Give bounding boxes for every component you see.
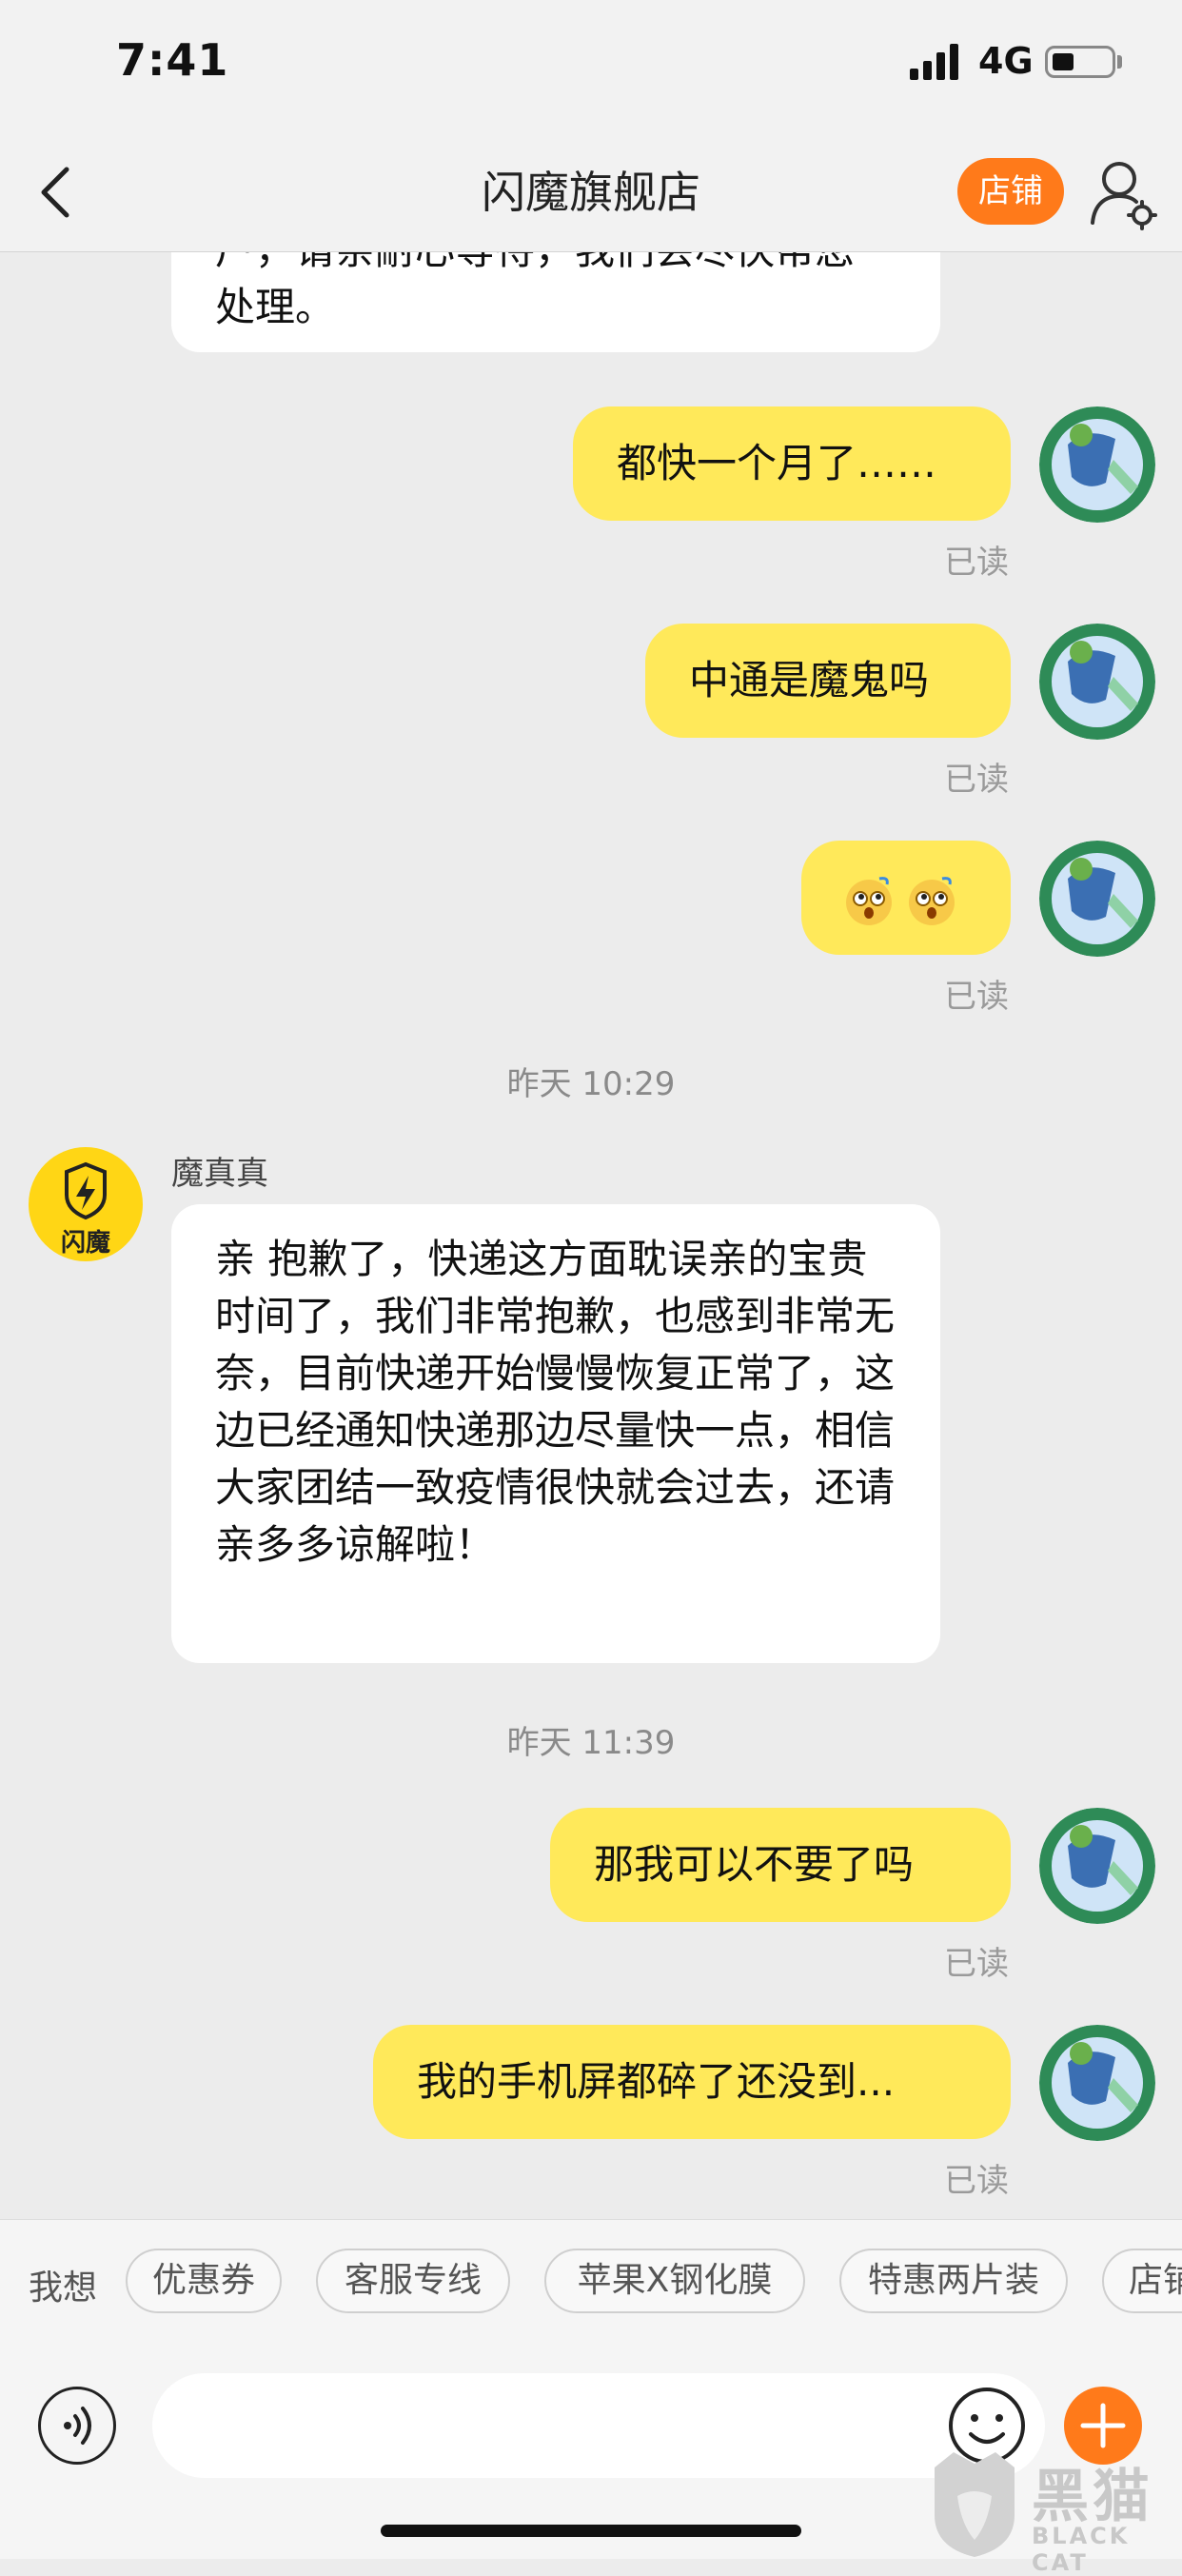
user-avatar-icon [1039, 841, 1155, 957]
quick-reply-chip[interactable]: 特惠两片装 [839, 2249, 1068, 2313]
user-avatar-icon [1039, 624, 1155, 740]
voice-input-button[interactable] [38, 2387, 116, 2465]
chat-area[interactable]: 户，请亲耐心等待，我们会尽快帮您 处理。 都快一个月了…… 已读 中通是魔鬼吗 … [0, 252, 1182, 2218]
message-bubble-me [801, 841, 1011, 955]
quick-reply-bar[interactable]: 我想 优惠券 客服专线 苹果X钢化膜 特惠两片装 店铺 [0, 2219, 1182, 2346]
back-button[interactable] [29, 154, 86, 230]
nav-bar: 闪魔旗舰店 店铺 [0, 133, 1182, 252]
battery-tip [1117, 55, 1122, 69]
shop-button[interactable]: 店铺 [957, 158, 1064, 225]
message-text: 亲 抱歉了，快递这方面耽误亲的宝贵时间了，我们非常抱歉，也感到非常无奈，目前快递… [215, 1236, 896, 1568]
battery-icon [1045, 46, 1115, 78]
dizzy-face-emoji [909, 876, 955, 925]
watermark: 黑猫 BLACK CAT [925, 2448, 1182, 2576]
quick-reply-chip[interactable]: 客服专线 [316, 2249, 510, 2313]
black-cat-logo-icon [935, 2452, 1015, 2557]
message-text-line: 处理。 [215, 284, 336, 330]
read-status: 已读 [944, 978, 1009, 1016]
message-bubble-me: 我的手机屏都碎了还没到... [373, 2025, 1011, 2139]
network-type: 4G [978, 40, 1034, 82]
signal-icon [910, 42, 963, 80]
avatar[interactable] [1039, 2025, 1155, 2141]
status-time: 7:41 [116, 34, 229, 86]
user-settings-icon [1091, 162, 1157, 230]
status-bar: 7:41 4G [0, 0, 1182, 133]
quick-reply-label: 我想 [29, 2269, 98, 2308]
timestamp: 昨天 10:29 [506, 1065, 676, 1103]
user-avatar-icon [1039, 2025, 1155, 2141]
watermark-text: 黑猫 [1032, 2464, 1153, 2530]
read-status: 已读 [944, 2162, 1009, 2200]
chevron-left-icon [41, 167, 69, 218]
profile-settings-button[interactable] [1085, 154, 1161, 230]
avatar[interactable] [1039, 624, 1155, 740]
shop-logo-text: 闪魔 [60, 1229, 110, 1258]
avatar[interactable]: 闪魔 [29, 1147, 143, 1261]
avatar[interactable] [1039, 406, 1155, 523]
message-text: 都快一个月了…… [617, 440, 937, 486]
quick-reply-chip[interactable]: 优惠券 [126, 2249, 282, 2313]
user-avatar-icon [1039, 1808, 1155, 1924]
quick-reply-chip[interactable]: 苹果X钢化膜 [544, 2249, 805, 2313]
sender-name: 魔真真 [171, 1155, 268, 1193]
message-text-line: 户，请亲耐心等待，我们会尽快帮您 [215, 252, 896, 279]
message-bubble-me: 中通是魔鬼吗 [645, 624, 1011, 738]
message-bubble-shop: 户，请亲耐心等待，我们会尽快帮您 处理。 [171, 252, 940, 352]
read-status: 已读 [944, 544, 1009, 582]
voice-icon [64, 2407, 91, 2445]
message-bubble-shop: 亲 抱歉了，快递这方面耽误亲的宝贵时间了，我们非常抱歉，也感到非常无奈，目前快递… [171, 1204, 940, 1663]
home-indicator [381, 2525, 801, 2537]
read-status: 已读 [944, 761, 1009, 799]
message-input[interactable] [152, 2373, 1045, 2478]
quick-reply-chip[interactable]: 店铺 [1102, 2249, 1182, 2313]
dizzy-face-emoji [846, 876, 892, 925]
message-bubble-me: 那我可以不要了吗 [550, 1808, 1011, 1922]
timestamp: 昨天 11:39 [506, 1724, 676, 1762]
message-text: 那我可以不要了吗 [594, 1841, 915, 1888]
user-avatar-icon [1039, 406, 1155, 523]
avatar[interactable] [1039, 1808, 1155, 1924]
watermark-subtext: BLACK CAT [1032, 2523, 1131, 2576]
avatar[interactable] [1039, 841, 1155, 957]
message-bubble-me: 都快一个月了…… [573, 406, 1011, 521]
message-text: 中通是魔鬼吗 [689, 657, 930, 703]
read-status: 已读 [944, 1945, 1009, 1983]
message-text: 我的手机屏都碎了还没到... [417, 2058, 896, 2105]
